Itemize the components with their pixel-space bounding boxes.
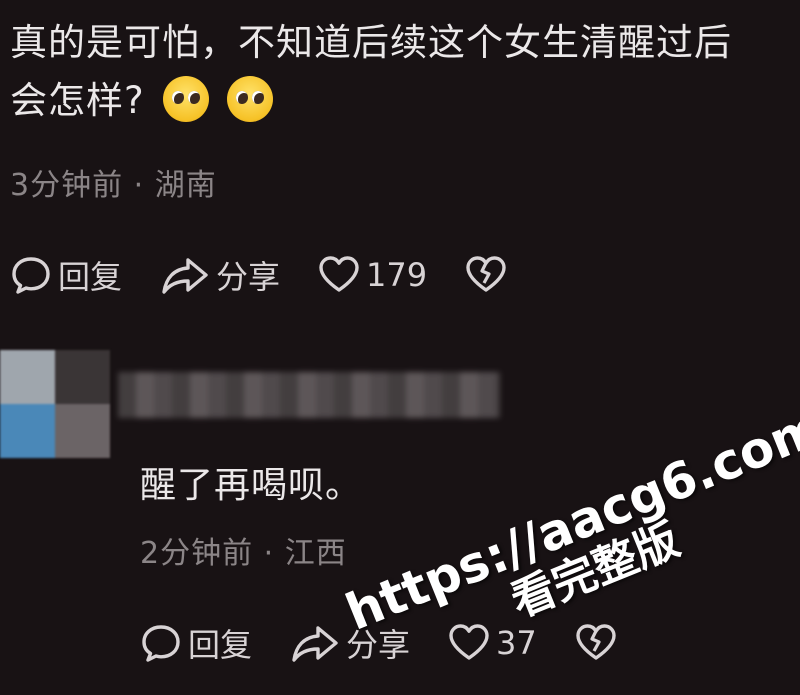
dislike-button[interactable] [465,254,513,296]
comment-text-line1: 真的是可怕，不知道后续这个女生清醒过后 [10,21,732,64]
reply-meta: 2分钟前 · 江西 [140,536,347,571]
share-button[interactable]: 分享 [160,252,280,298]
heart-icon [449,624,489,660]
comment-text: 真的是可怕，不知道后续这个女生清醒过后 会怎样? [10,14,790,130]
comment-text-line2: 会怎样? [10,79,145,122]
reply-label: 回复 [188,626,253,664]
reply-text: 醒了再喝呗。 [140,465,363,506]
comment-actions: 回复 分享 179 [10,252,551,298]
pleading-face-icon [162,75,209,122]
dislike-button[interactable] [575,622,623,664]
like-count: 37 [496,624,537,662]
reply-label: 回复 [58,258,123,296]
comment-meta: 3分钟前 · 湖南 [10,168,217,203]
reply-actions: 回复 分享 37 [140,620,661,666]
pleading-face-icon [226,75,273,122]
like-button[interactable]: 179 [318,254,427,296]
like-count: 179 [366,256,428,294]
username-blurred[interactable] [118,372,500,418]
broken-heart-icon [576,624,616,660]
speech-bubble-icon [12,257,50,294]
heart-icon [319,256,359,292]
share-arrow-icon [162,258,208,294]
comment-text-line2-wrap: 会怎样? [10,72,790,130]
speech-bubble-icon [142,625,180,662]
reply-button[interactable]: 回复 [10,252,122,298]
share-label: 分享 [216,258,281,296]
avatar[interactable] [0,350,110,458]
reply-button[interactable]: 回复 [140,620,252,666]
broken-heart-icon [466,256,506,292]
share-arrow-icon [292,626,338,662]
